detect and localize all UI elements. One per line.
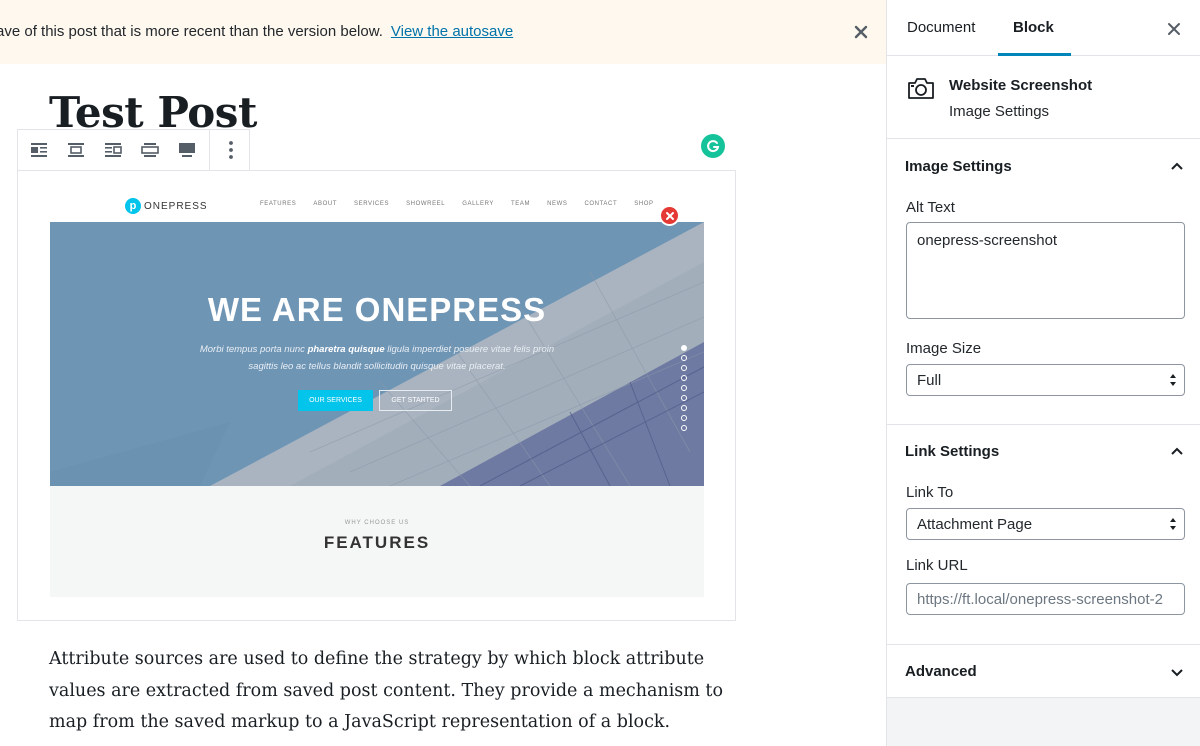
link-to-select[interactable]: Attachment Page <box>906 508 1185 540</box>
link-to-label: Link To <box>906 484 954 501</box>
notice-text: ave of this post that is more recent tha… <box>0 23 383 40</box>
full-width-icon <box>178 143 195 157</box>
chevron-up-icon <box>1171 447 1183 455</box>
hero-sub-bold: pharetra quisque <box>307 344 385 355</box>
image-settings-title: Image Settings <box>905 158 1012 175</box>
select-arrows-icon <box>1170 374 1176 386</box>
image-size-label: Image Size <box>906 340 982 357</box>
slider-dot <box>681 405 687 411</box>
link-settings-title: Link Settings <box>905 443 1000 460</box>
advanced-panel-toggle[interactable]: Advanced <box>887 645 1200 697</box>
alt-text-field[interactable]: onepress-screenshot <box>906 222 1185 319</box>
block-card-description: Image Settings <box>949 103 1050 120</box>
hero-sub-text: Morbi tempus porta nunc <box>199 344 308 355</box>
website-screenshot-image: p ONEPRESS FEATURES ABOUT SERVICES SHOWR… <box>50 187 704 597</box>
notice-close-button[interactable] <box>849 20 873 44</box>
menu-item: CONTACT <box>584 201 618 207</box>
active-tab-indicator <box>998 53 1071 56</box>
advanced-title: Advanced <box>905 663 977 680</box>
slider-dot <box>681 415 687 421</box>
slider-dot <box>681 355 687 361</box>
align-center-icon <box>68 143 85 157</box>
autosave-notice: ave of this post that is more recent tha… <box>0 0 886 64</box>
close-icon <box>665 211 674 220</box>
tab-block[interactable]: Block <box>1013 19 1054 36</box>
link-url-field[interactable]: https://ft.local/onepress-screenshot-2 <box>906 583 1185 615</box>
chevron-down-icon <box>1171 669 1183 677</box>
sidebar-tabs: Document Block <box>887 0 1200 56</box>
align-right-button[interactable] <box>95 130 132 170</box>
screenshot-menu: FEATURES ABOUT SERVICES SHOWREEL GALLERY… <box>260 201 671 207</box>
slider-dot <box>681 425 687 431</box>
our-services-button: OUR SERVICES <box>298 390 373 411</box>
link-settings-panel-toggle[interactable]: Link Settings <box>887 425 1200 477</box>
hero-subtitle: Morbi tempus porta nunc pharetra quisque… <box>190 341 564 375</box>
block-card-title: Website Screenshot <box>949 77 1093 94</box>
settings-sidebar: Document Block Website Screenshot Image … <box>886 0 1200 746</box>
menu-item: SHOP <box>634 201 654 207</box>
menu-item: NEWS <box>547 201 568 207</box>
block-card: Website Screenshot Image Settings <box>887 57 1200 139</box>
screenshot-hero: WE ARE ONEPRESS Morbi tempus porta nunc … <box>50 222 704 486</box>
features-kicker: WHY CHOOSE US <box>344 520 410 526</box>
screenshot-navbar: p ONEPRESS FEATURES ABOUT SERVICES SHOWR… <box>50 187 704 222</box>
slider-dots <box>681 345 687 431</box>
alt-text-label: Alt Text <box>906 199 955 216</box>
grammarly-button[interactable] <box>701 134 725 158</box>
wide-width-icon <box>141 143 159 157</box>
image-size-value: Full <box>917 372 942 389</box>
link-to-value: Attachment Page <box>917 516 1033 533</box>
menu-item: TEAM <box>511 201 531 207</box>
screenshot-features: WHY CHOOSE US FEATURES <box>50 486 704 597</box>
close-icon <box>854 25 868 39</box>
view-autosave-link[interactable]: View the autosave <box>391 23 513 40</box>
menu-item: ABOUT <box>313 201 338 207</box>
onepress-logo-mark: p <box>125 198 141 214</box>
image-block[interactable]: p ONEPRESS FEATURES ABOUT SERVICES SHOWR… <box>17 170 736 621</box>
slider-dot <box>681 365 687 371</box>
slider-dot <box>681 345 687 351</box>
slider-dot <box>681 375 687 381</box>
sidebar-empty-area <box>887 697 1200 746</box>
menu-item: GALLERY <box>462 201 494 207</box>
align-right-icon <box>105 143 122 157</box>
align-center-button[interactable] <box>58 130 95 170</box>
select-arrows-icon <box>1170 518 1176 530</box>
menu-item: FEATURES <box>260 201 297 207</box>
tab-document[interactable]: Document <box>907 19 975 36</box>
more-options-icon <box>228 141 233 159</box>
close-sidebar-button[interactable] <box>1163 18 1185 40</box>
onepress-logo-text: ONEPRESS <box>144 200 208 212</box>
menu-item: SERVICES <box>354 201 390 207</box>
remove-image-button[interactable] <box>659 205 680 226</box>
wide-width-button[interactable] <box>131 130 168 170</box>
slider-dot <box>681 385 687 391</box>
image-settings-panel-toggle[interactable]: Image Settings <box>887 140 1200 192</box>
notice-message: ave of this post that is more recent tha… <box>0 23 513 40</box>
menu-item: SHOWREEL <box>406 201 446 207</box>
slider-dot <box>681 395 687 401</box>
toolbar-separator <box>209 130 211 170</box>
camera-icon <box>907 75 935 106</box>
link-url-label: Link URL <box>906 557 968 574</box>
grammarly-icon <box>707 140 720 153</box>
align-left-button[interactable] <box>21 130 58 170</box>
image-size-select[interactable]: Full <box>906 364 1185 396</box>
hero-title: WE ARE ONEPRESS <box>207 291 547 328</box>
full-width-button[interactable] <box>168 130 205 170</box>
close-icon <box>1168 23 1180 35</box>
onepress-logo: p ONEPRESS <box>125 198 208 214</box>
paragraph-block[interactable]: Attribute sources are used to define the… <box>49 644 729 739</box>
get-started-button: GET STARTED <box>379 390 452 411</box>
features-title: FEATURES <box>323 533 431 552</box>
block-toolbar <box>17 129 250 171</box>
more-options-button[interactable] <box>212 130 249 170</box>
chevron-up-icon <box>1171 162 1183 170</box>
align-left-icon <box>31 143 48 157</box>
editor-canvas: ave of this post that is more recent tha… <box>0 0 886 746</box>
